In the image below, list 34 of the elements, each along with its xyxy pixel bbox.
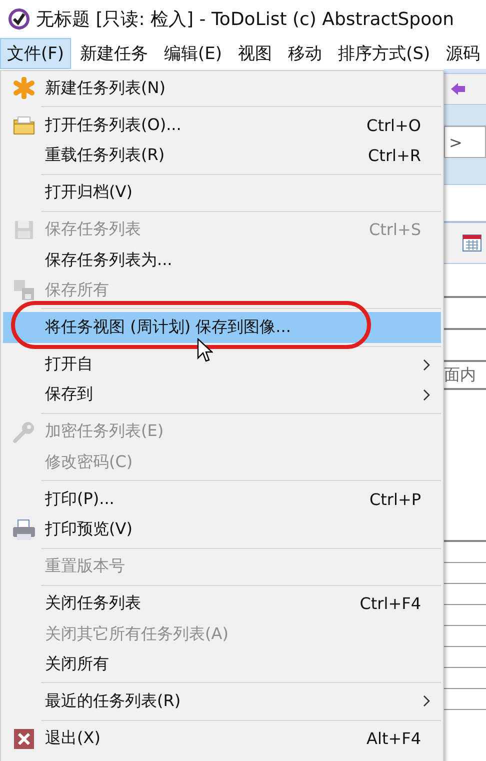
text-field[interactable]: >: [444, 126, 486, 158]
floppy-disks-icon: [13, 279, 35, 302]
check-circle-icon: [8, 8, 30, 30]
mouse-cursor-icon: [197, 338, 213, 364]
menu-item[interactable]: 新建任务列表(N): [3, 73, 441, 104]
menu-item[interactable]: 关闭任务列表 Ctrl+F4: [3, 588, 441, 619]
menu-item[interactable]: 关闭所有: [3, 649, 441, 680]
printer-icon: [12, 518, 36, 541]
menu-item[interactable]: 打开任务列表(O)... Ctrl+O: [3, 110, 441, 140]
menu-item[interactable]: 打印预览(V): [3, 514, 441, 545]
key-icon: [12, 420, 36, 443]
menu-bar-item[interactable]: 新建任务: [73, 38, 156, 69]
menu-bar-item[interactable]: 移动: [281, 38, 330, 69]
arrow-left-icon[interactable]: [450, 81, 466, 97]
window-title: 无标题 [只读: 检入] - ToDoList (c) AbstractSpoon: [36, 8, 454, 31]
menu-bar-item[interactable]: 源码: [439, 38, 486, 69]
menu-bar-item[interactable]: 编辑(E): [157, 38, 230, 69]
menu-item[interactable]: 退出(X) Alt+F4: [3, 724, 441, 754]
folder-icon: [13, 115, 35, 136]
menu-item[interactable]: 打印(P)... Ctrl+P: [3, 484, 441, 514]
close-icon: [14, 728, 34, 749]
menu-item[interactable]: 重载任务列表(R) Ctrl+R: [3, 140, 441, 171]
menu-item[interactable]: 保存到: [3, 380, 441, 410]
menu-item[interactable]: 打开归档(V): [3, 178, 441, 208]
menu-item[interactable]: 最近的任务列表(R): [3, 686, 441, 717]
asterisk-icon: [13, 77, 35, 100]
calendar-icon[interactable]: [462, 233, 482, 253]
menu-bar-item[interactable]: 文件(F): [0, 38, 72, 69]
menu-item[interactable]: 打开自: [3, 350, 441, 380]
menu-bar-item[interactable]: 视图: [231, 38, 280, 69]
menu-item[interactable]: 将任务视图 (周计划) 保存到图像...: [3, 312, 441, 342]
menu-item[interactable]: 保存任务列表为...: [3, 244, 441, 276]
panel-header: [444, 158, 486, 185]
menu-bar-item[interactable]: 排序方式(S): [331, 38, 438, 69]
